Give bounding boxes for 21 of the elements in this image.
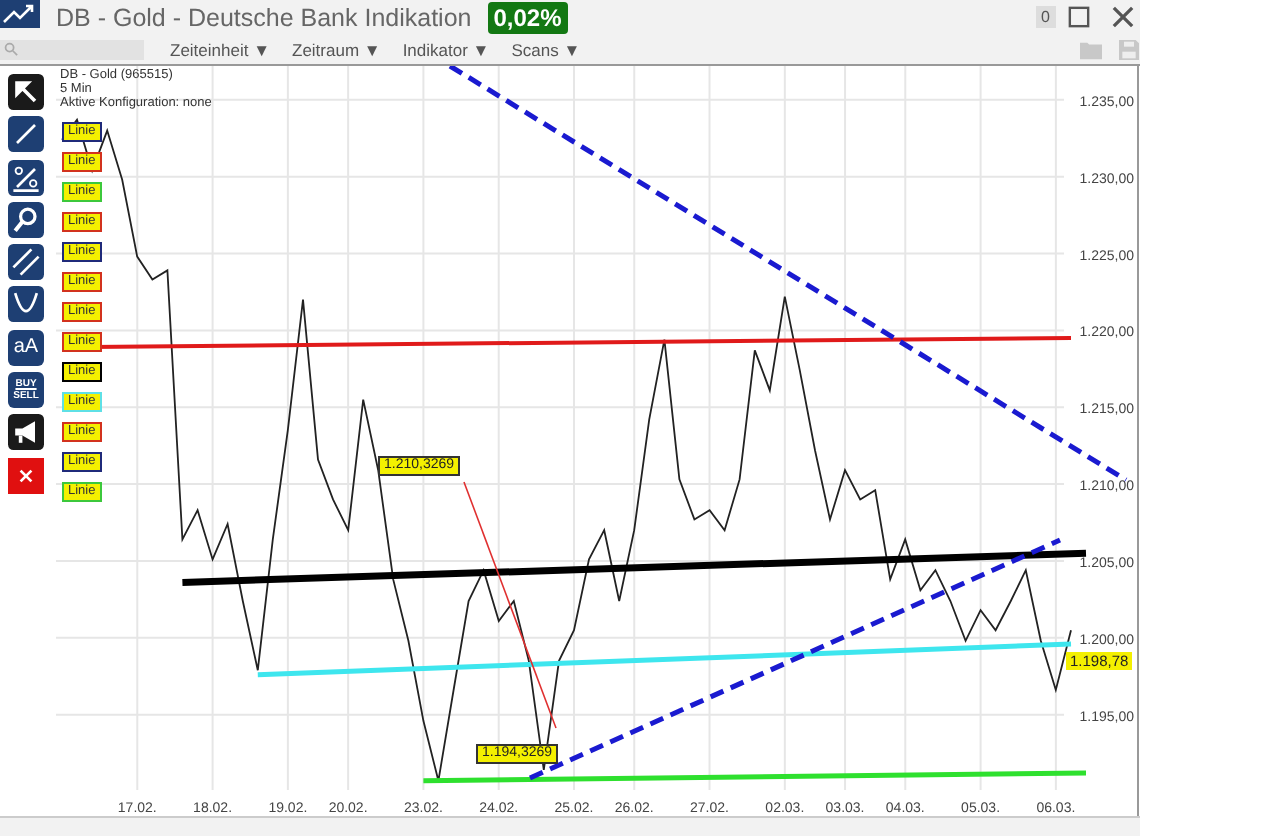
menu-dropdown[interactable]: Zeitraum ▼ — [292, 39, 381, 59]
menu-dropdown[interactable]: Scans ▼ — [511, 39, 581, 59]
text-tool-button[interactable]: aA — [8, 329, 44, 366]
counter-badge: 0 — [1035, 6, 1056, 28]
curve-icon[interactable] — [8, 286, 44, 323]
parallel-lines-icon[interactable] — [8, 244, 44, 281]
change-badge: 0,02% — [487, 1, 568, 33]
window-title: DB - Gold - Deutsche Bank Indikation — [56, 3, 472, 31]
close-icon[interactable] — [1112, 6, 1134, 28]
chart-icon — [0, 0, 40, 28]
pointer-icon[interactable] — [8, 74, 44, 110]
menu-dropdown[interactable]: Indikator ▼ — [402, 39, 490, 59]
megaphone-icon[interactable] — [8, 414, 44, 451]
percent-icon[interactable] — [8, 159, 44, 196]
search-field[interactable] — [0, 39, 144, 59]
maximize-icon[interactable] — [1068, 6, 1090, 28]
line-tool-icon[interactable] — [8, 116, 44, 153]
delete-icon[interactable] — [8, 457, 44, 494]
magnifier-icon[interactable] — [8, 201, 44, 238]
menu-dropdown[interactable]: Zeiteinheit ▼ — [170, 39, 270, 59]
search-icon — [4, 42, 18, 56]
